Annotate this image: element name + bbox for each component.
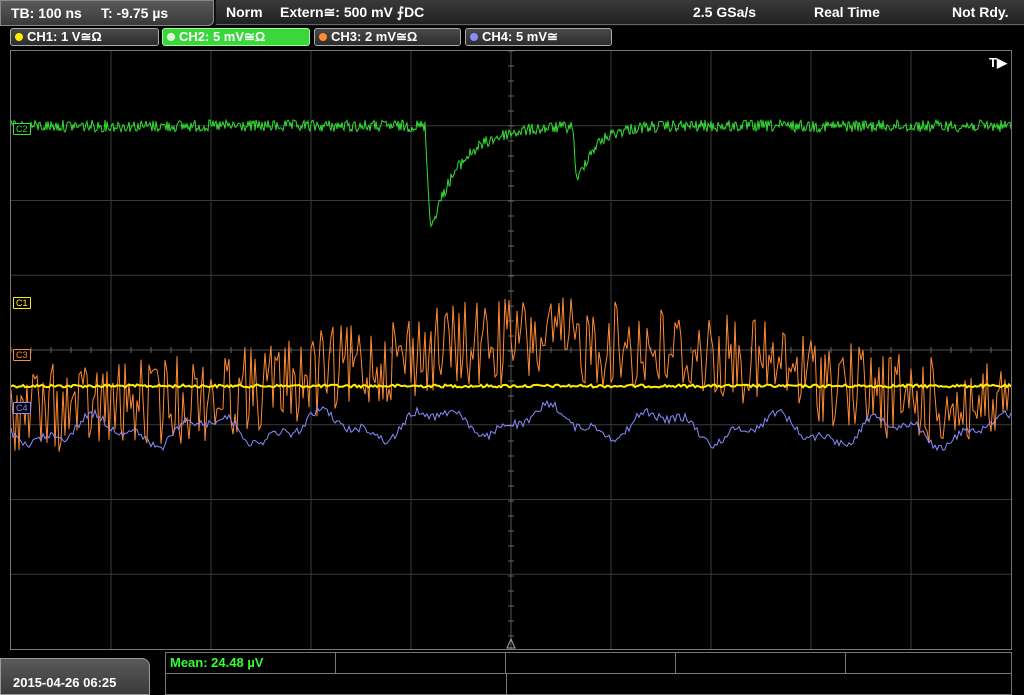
channel-2-label: CH2: 5 mV≅Ω [179, 29, 266, 44]
bottom-bar: 2015-04-26 06:25 Mean: 24.48 µV [0, 652, 1024, 695]
timebase-label[interactable]: TB: 100 ns [11, 5, 82, 21]
acquisition-mode[interactable]: Real Time [814, 4, 880, 20]
measurement-cell-2[interactable] [336, 653, 506, 673]
trigger-source[interactable]: Extern≅: 500 mV ⨍DC [280, 4, 424, 21]
top-status-bar: TB: 100 ns T: -9.75 µs Norm Extern≅: 500… [0, 0, 1024, 26]
channel-2-dot [167, 33, 175, 41]
measurement-cell-4[interactable] [676, 653, 846, 673]
waveform-canvas[interactable] [11, 51, 1011, 649]
graticule-grid [11, 51, 1011, 649]
measurement-cell-3[interactable] [506, 653, 676, 673]
channel-1-dot [15, 33, 23, 41]
channel-bar: CH1: 1 V≅Ω CH2: 5 mV≅Ω CH3: 2 mV≅Ω CH4: … [0, 26, 1024, 48]
channel-4-label: CH4: 5 mV≅ [482, 29, 558, 44]
channel-3-dot [319, 33, 327, 41]
sample-rate[interactable]: 2.5 GSa/s [693, 4, 756, 20]
channel-1-label: CH1: 1 V≅Ω [27, 29, 102, 44]
measurement-mean: Mean: 24.48 µV [170, 655, 264, 670]
channel-2-button[interactable]: CH2: 5 mV≅Ω [162, 28, 310, 46]
trigger-mode[interactable]: Norm [226, 4, 263, 20]
waveform-display[interactable]: C2 C1 C3 C4 T▶ [10, 50, 1012, 650]
channel-4-button[interactable]: CH4: 5 mV≅ [465, 28, 612, 46]
timebase-box[interactable]: TB: 100 ns T: -9.75 µs [0, 0, 214, 26]
channel-1-marker[interactable]: C1 [13, 297, 31, 309]
run-state: Not Rdy. [952, 4, 1009, 20]
trigger-level-icon[interactable]: T▶ [989, 55, 1007, 71]
measurement-cell-1[interactable]: Mean: 24.48 µV [166, 653, 336, 673]
trigger-time-label[interactable]: T: -9.75 µs [101, 5, 168, 21]
channel-4-dot [470, 33, 478, 41]
channel-1-button[interactable]: CH1: 1 V≅Ω [10, 28, 159, 46]
acquisition-status: Norm Extern≅: 500 mV ⨍DC 2.5 GSa/s Real … [216, 0, 1024, 25]
date-time: 2015-04-26 06:25 [13, 675, 117, 690]
measurement-panel[interactable]: Mean: 24.48 µV [165, 652, 1012, 695]
channel-3-label: CH3: 2 mV≅Ω [331, 29, 418, 44]
channel-4-marker[interactable]: C4 [13, 402, 31, 414]
measurement-divider [166, 673, 1011, 674]
channel-2-marker[interactable]: C2 [13, 123, 31, 135]
measurement-divider-v [506, 673, 507, 694]
channel-3-button[interactable]: CH3: 2 mV≅Ω [314, 28, 461, 46]
date-time-box: 2015-04-26 06:25 [0, 658, 150, 695]
channel-3-marker[interactable]: C3 [13, 349, 31, 361]
